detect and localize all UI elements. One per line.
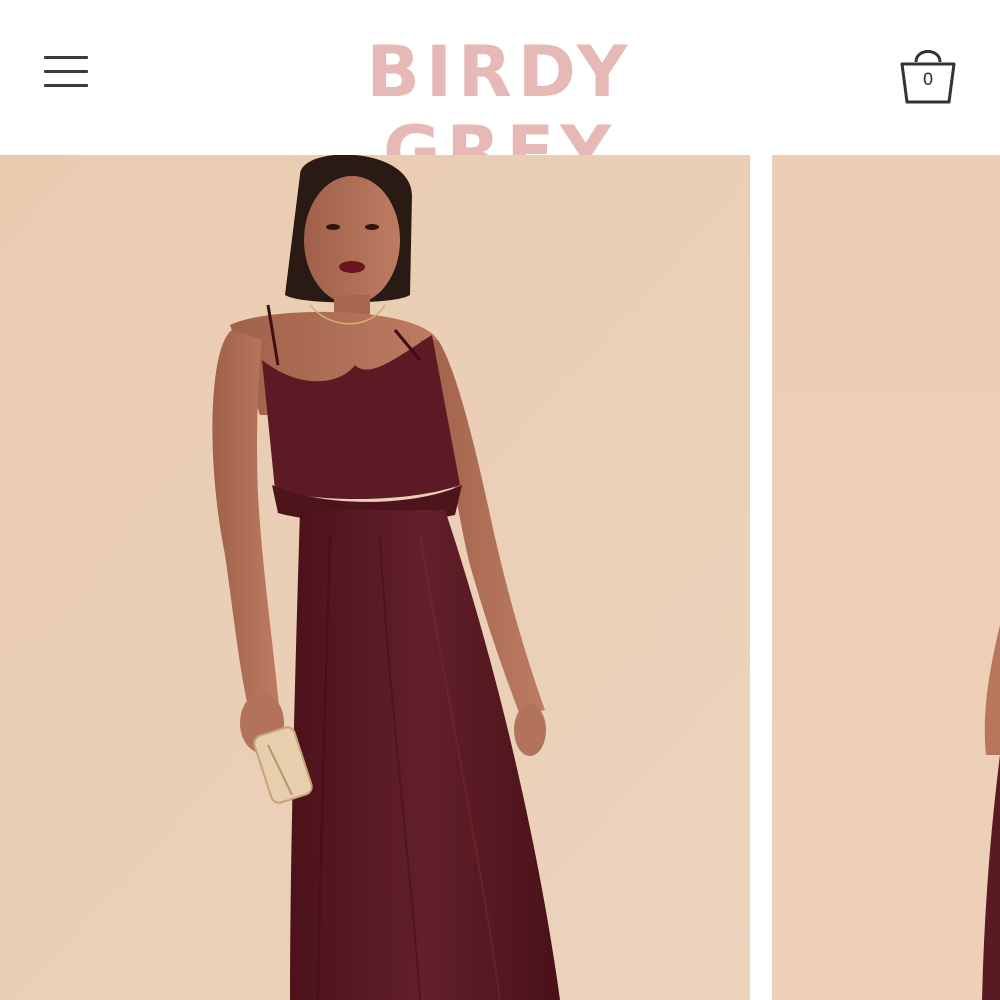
menu-button[interactable] [40,52,92,92]
product-photo-next[interactable] [772,155,1000,1000]
product-photo-main[interactable] [0,155,750,1000]
model-photo [0,155,750,1000]
model-photo-partial [772,155,1000,1000]
product-image-carousel[interactable] [0,155,1000,1000]
cart-button[interactable]: 0 [896,40,960,106]
brand-logo[interactable]: BIRDY GREY [250,32,750,192]
site-header: BIRDY GREY 0 [0,0,1000,192]
cart-count-badge: 0 [922,70,934,90]
